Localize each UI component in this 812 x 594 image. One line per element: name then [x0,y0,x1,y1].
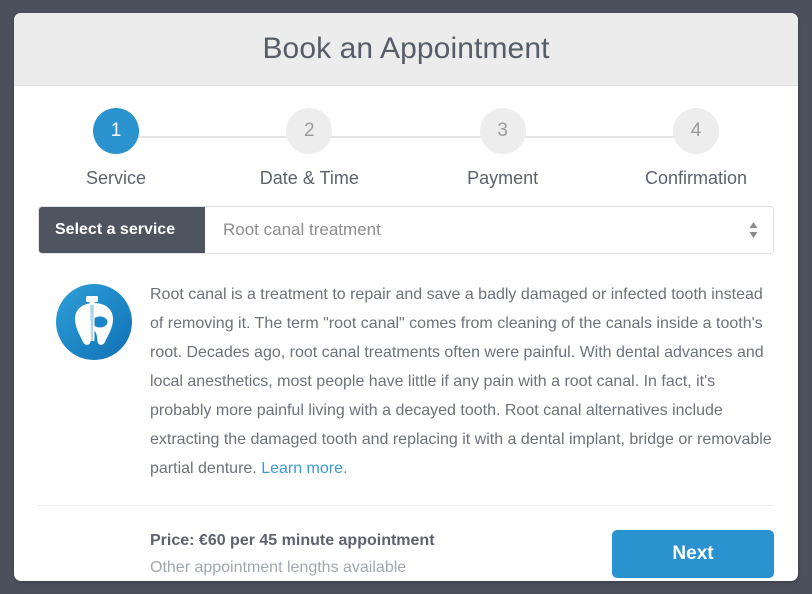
service-description: Root canal is a treatment to repair and … [150,280,774,483]
service-icon-container [38,280,150,483]
progress-stepper: 1 Service 2 Date & Time 3 Payment 4 Conf… [46,108,766,200]
learn-more-link[interactable]: Learn more. [261,460,347,477]
card-header: Book an Appointment [14,13,798,86]
card-footer: Price: €60 per 45 minute appointment Oth… [38,530,774,578]
step-label-4: Confirmation [644,168,747,188]
step-number-2: 2 [286,108,333,154]
service-selected-value: Root canal treatment [223,220,381,239]
step-date-time[interactable]: 2 Date & Time [239,108,379,189]
step-label-3: Payment [467,168,539,188]
step-confirmation[interactable]: 4 Confirmation [626,108,766,189]
service-selector-label: Select a service [39,207,205,253]
service-select-input[interactable]: Root canal treatment [205,207,773,253]
service-description-row: Root canal is a treatment to repair and … [38,280,774,483]
service-selector-row: Select a service Root canal treatment [38,206,774,254]
price-block: Price: €60 per 45 minute appointment Oth… [38,532,435,577]
step-label-1: Service [85,168,147,188]
step-label-2: Date & Time [259,168,359,188]
footer-divider [38,505,774,506]
service-description-body: Root canal is a treatment to repair and … [150,286,772,477]
step-number-1: 1 [93,108,139,154]
step-number-3: 3 [479,108,526,154]
step-number-4: 4 [672,108,719,154]
price-note-text: Other appointment lengths available [150,558,407,576]
step-service[interactable]: 1 Service [46,108,186,189]
page-title: Book an Appointment [262,32,550,65]
next-button[interactable]: Next [612,530,774,578]
stepper-steps: 1 Service 2 Date & Time 3 Payment 4 Conf… [46,108,766,189]
booking-card: Book an Appointment 1 Service 2 Date & T… [14,13,798,581]
price-text: Price: €60 per 45 minute appointment [150,531,435,549]
up-down-arrows-icon [748,221,759,239]
tooth-root-canal-icon [56,284,132,360]
step-payment[interactable]: 3 Payment [433,108,573,189]
